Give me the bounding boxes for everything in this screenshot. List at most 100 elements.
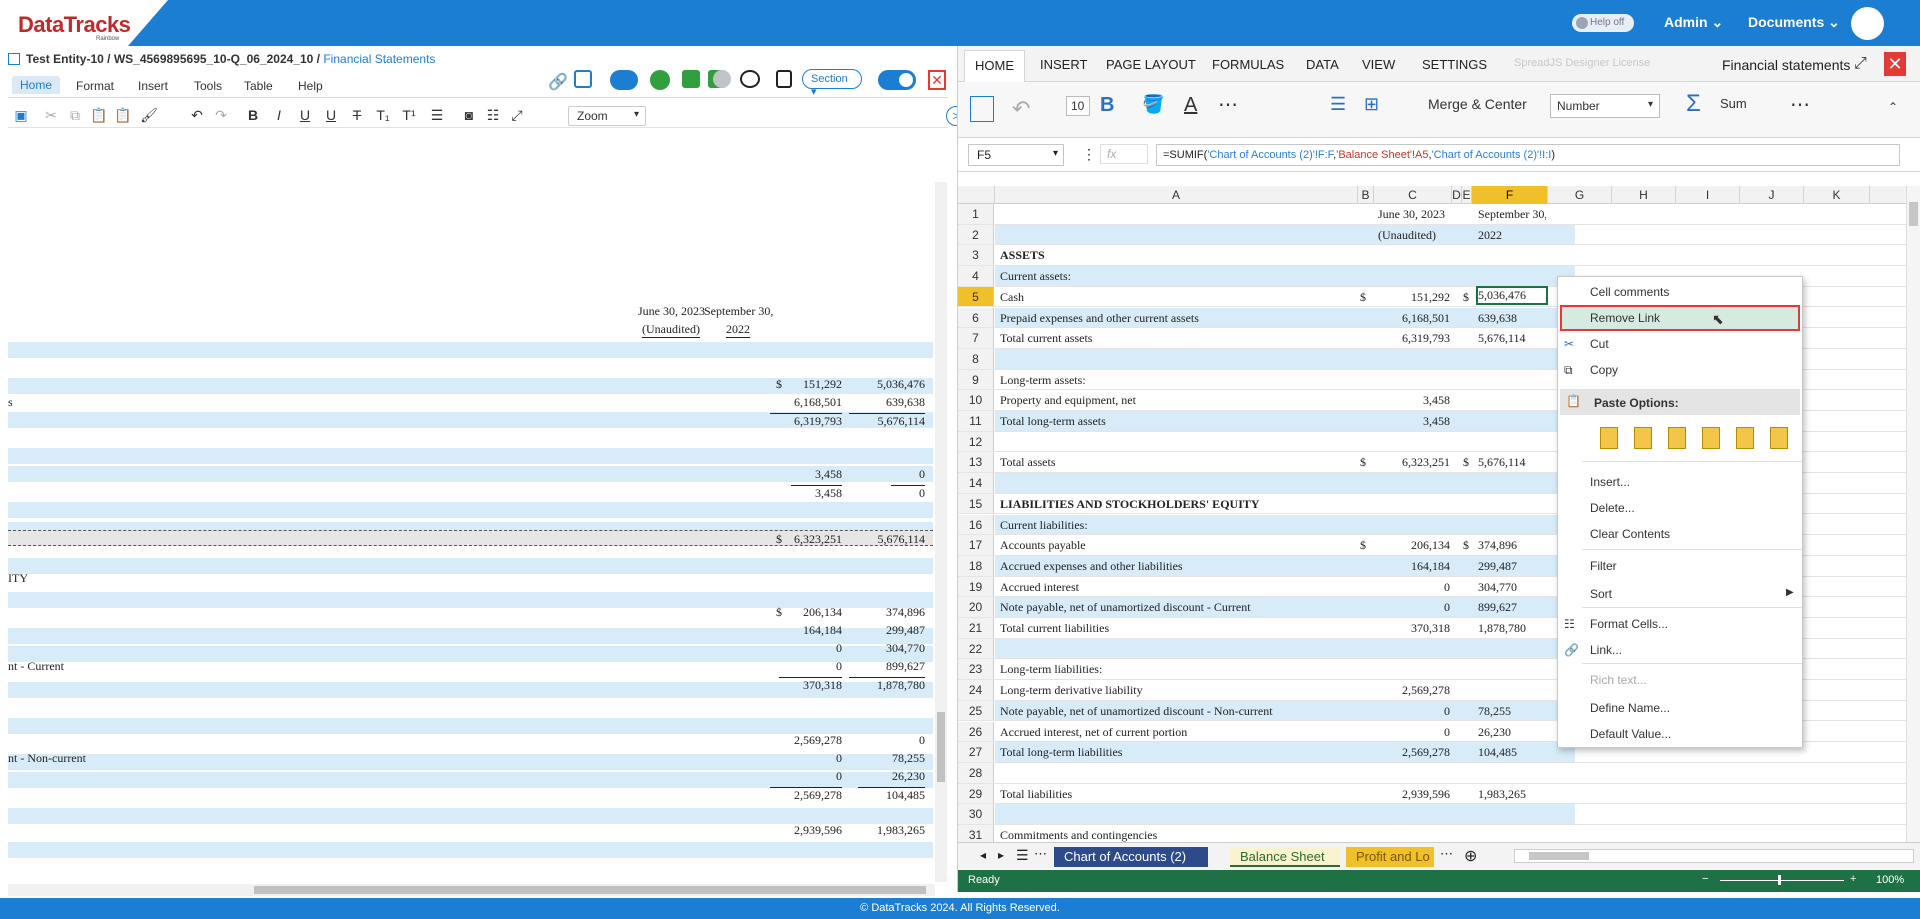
value-prior[interactable]: 1,983,265 <box>877 823 925 838</box>
value-prior[interactable]: 0 <box>891 485 925 501</box>
cell-f[interactable]: 299,487 <box>1478 559 1546 574</box>
table-row[interactable]: 0 26,230 <box>8 768 933 784</box>
close-icon[interactable]: ✕ <box>928 70 946 90</box>
row-header[interactable]: 6 <box>958 307 994 328</box>
grid-vertical-scrollbar[interactable] <box>1906 186 1920 842</box>
row-header[interactable]: 7 <box>958 328 994 348</box>
column-header-j[interactable]: J <box>1740 186 1804 204</box>
cell-a[interactable]: Current assets: <box>1000 269 1071 284</box>
table-row[interactable]: 3,458 0 <box>8 484 933 500</box>
table-row[interactable]: nt - Non-current 0 78,255 <box>8 750 933 766</box>
zoom-slider-handle[interactable] <box>1778 875 1781 885</box>
cell-a[interactable]: Total current liabilities <box>1000 621 1109 636</box>
cell-f[interactable]: 1,878,780 <box>1478 621 1546 636</box>
list-icon[interactable] <box>574 70 592 88</box>
cell-a[interactable]: Cash <box>1000 290 1024 305</box>
export-icon[interactable] <box>682 70 700 88</box>
row-header[interactable]: 20 <box>958 597 994 617</box>
row-header[interactable]: 28 <box>958 762 994 783</box>
tab-insert[interactable]: INSERT <box>1040 57 1087 72</box>
value-prior[interactable]: 26,230 <box>892 769 925 784</box>
column-header-d[interactable]: D <box>1452 186 1462 204</box>
cell-a[interactable]: Accounts payable <box>1000 538 1086 553</box>
next-sheet-icon[interactable]: ▸ <box>998 848 1004 862</box>
table-row[interactable]: 0 304,770 <box>8 640 933 656</box>
row-header[interactable]: 16 <box>958 514 994 535</box>
menu-copy[interactable]: Copy <box>1590 363 1618 377</box>
cell-c[interactable]: 2,569,278 <box>1402 683 1450 698</box>
fill-color-icon[interactable]: 🪣 <box>1142 94 1164 115</box>
cell-c[interactable]: 0 <box>1444 725 1450 740</box>
row-header[interactable]: 1 <box>958 204 994 224</box>
menu-table[interactable]: Table <box>244 79 273 93</box>
value-prior[interactable]: 1,878,780 <box>849 677 925 693</box>
cell-c[interactable]: 6,319,793 <box>1402 331 1450 346</box>
value-current[interactable]: 164,184 <box>803 623 842 638</box>
menu-remove-link[interactable]: Remove Link <box>1590 311 1660 325</box>
cell-c[interactable]: 0 <box>1444 600 1450 615</box>
more-vertical-icon[interactable]: ⋮ <box>1082 146 1096 163</box>
menu-link[interactable]: Link... <box>1590 643 1622 657</box>
avatar[interactable] <box>1851 7 1884 40</box>
row-header[interactable]: 17 <box>958 535 994 555</box>
value-prior[interactable]: 374,896 <box>886 605 925 620</box>
column-header-a[interactable]: A <box>995 186 1358 204</box>
vertical-scrollbar[interactable] <box>935 182 947 882</box>
fullscreen-icon[interactable]: ⤢ <box>508 107 526 124</box>
value-current[interactable]: 6,323,251 <box>794 532 842 547</box>
table-row[interactable]: 2 (Unaudited) 2022 <box>958 224 1920 246</box>
cell-f[interactable]: 639,638 <box>1478 311 1546 326</box>
select-all-corner[interactable] <box>958 186 995 204</box>
strikethrough-icon[interactable]: T <box>348 107 366 123</box>
column-header-g[interactable]: G <box>1548 186 1612 204</box>
value-prior[interactable]: 5,676,114 <box>849 413 925 429</box>
menu-cell-comments[interactable]: Cell comments <box>1590 285 1669 299</box>
value-prior[interactable]: 0 <box>919 467 925 482</box>
scrollbar-thumb[interactable] <box>1529 852 1589 860</box>
row-header[interactable]: 15 <box>958 493 994 514</box>
table-row[interactable]: $151,292 5,036,476 <box>8 376 933 392</box>
cell-b[interactable]: $ <box>1360 455 1366 470</box>
sheet-tab-profit-loss[interactable]: Profit and Lo <box>1346 847 1434 867</box>
bold-icon[interactable]: B <box>244 107 262 123</box>
row-header[interactable]: 25 <box>958 700 994 721</box>
paste-icon[interactable] <box>970 96 994 122</box>
column-header-b[interactable]: B <box>1358 186 1374 204</box>
more-icon[interactable]: ⋯ <box>1218 92 1238 117</box>
tab-home[interactable]: HOME <box>964 50 1025 82</box>
table-row[interactable]: 3,458 0 <box>8 466 933 482</box>
breadcrumb-doc[interactable]: WS_4569895695_10-Q_06_2024_10 <box>114 52 314 66</box>
cell-c[interactable]: (Unaudited) <box>1378 228 1436 243</box>
sheet-horizontal-scrollbar[interactable] <box>1514 849 1914 863</box>
menu-delete[interactable]: Delete... <box>1590 501 1635 515</box>
paste-values-format-icon[interactable] <box>1736 427 1754 449</box>
copy-icon[interactable]: ⧉ <box>66 107 84 124</box>
table-row[interactable]: ITY <box>8 570 933 586</box>
cell-a[interactable]: Accrued expenses and other liabilities <box>1000 559 1183 574</box>
row-header[interactable]: 4 <box>958 266 994 286</box>
value-current[interactable]: 370,318 <box>779 677 842 693</box>
menu-cut[interactable]: Cut <box>1590 337 1609 351</box>
undo-icon[interactable]: ↶ <box>188 107 206 124</box>
tab-data[interactable]: DATA <box>1306 57 1339 72</box>
cell-f[interactable]: 5,676,114 <box>1478 331 1546 346</box>
prev-sheet-icon[interactable]: ◂ <box>980 848 986 862</box>
settings-list-icon[interactable] <box>740 70 760 88</box>
paste-formatting-icon[interactable] <box>1702 427 1720 449</box>
link-icon[interactable]: 🔗 <box>548 72 568 91</box>
row-header[interactable]: 2 <box>958 224 994 245</box>
expand-icon[interactable]: ⤢ <box>1854 55 1867 73</box>
more-icon[interactable]: ⋯ <box>1790 92 1810 117</box>
name-box[interactable]: F5 <box>968 144 1064 166</box>
cell-a[interactable]: Total long-term liabilities <box>1000 745 1122 760</box>
row-header[interactable]: 18 <box>958 555 994 576</box>
double-underline-icon[interactable]: U <box>322 107 340 123</box>
bold-icon[interactable]: B <box>1100 94 1114 117</box>
value-current[interactable]: 0 <box>836 641 842 656</box>
column-header-c[interactable]: C <box>1374 186 1452 204</box>
cell-f[interactable]: 104,485 <box>1478 745 1546 760</box>
cell-f[interactable]: 1,983,265 <box>1478 787 1546 802</box>
table-row[interactable]: 2,569,278 0 <box>8 732 933 748</box>
paste-values-icon[interactable] <box>1668 427 1686 449</box>
font-color-icon[interactable]: A <box>1184 94 1197 117</box>
